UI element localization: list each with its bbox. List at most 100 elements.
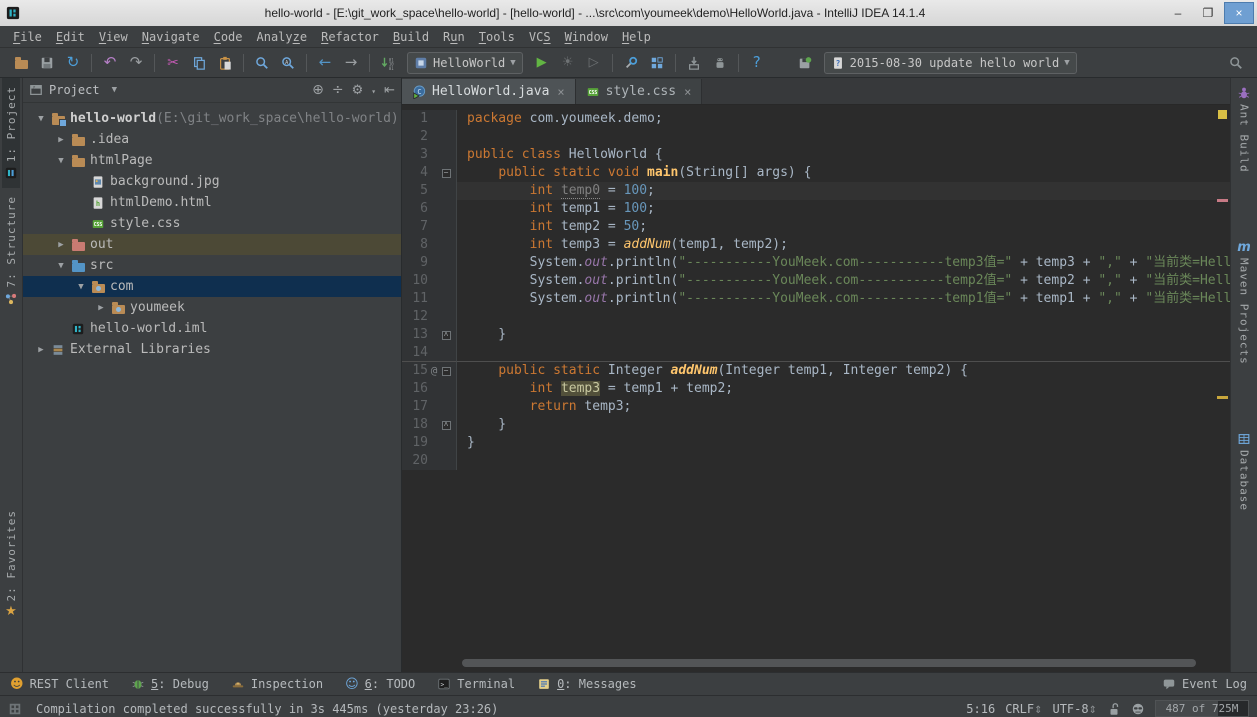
editor-hscrollbar[interactable]	[462, 659, 1196, 667]
code-line-17[interactable]: 17 return temp3;	[402, 398, 1230, 416]
open-project-button[interactable]	[8, 51, 34, 75]
collapse-all-button[interactable]: ⇤	[384, 83, 395, 97]
run-with-coverage-button[interactable]: ▷	[581, 51, 607, 75]
error-stripe-mark[interactable]	[1217, 199, 1228, 202]
tree-expand-icon[interactable]: ▼	[33, 114, 49, 124]
menu-build[interactable]: Build	[386, 28, 436, 46]
tool-button-event-log[interactable]: Event Log	[1162, 677, 1247, 691]
menu-vcs[interactable]: VCS	[522, 28, 558, 46]
tool-button-inspection[interactable]: Inspection	[231, 677, 323, 691]
tool-button-rest-client[interactable]: ☻ REST Client	[10, 677, 109, 691]
caret-position[interactable]: 5:16	[966, 702, 995, 716]
tree-item--idea[interactable]: ▶ .idea	[23, 129, 401, 150]
find-button[interactable]	[249, 51, 275, 75]
editor-gutter[interactable]: 10	[402, 272, 457, 290]
code-line-5[interactable]: 5 int temp0 = 100;	[402, 182, 1230, 200]
menu-run[interactable]: Run	[436, 28, 472, 46]
redo-button[interactable]: ↷	[123, 51, 149, 75]
code-line-10[interactable]: 10 System.out.println("-----------YouMee…	[402, 272, 1230, 290]
split-button[interactable]: ÷	[332, 83, 344, 97]
save-all-button[interactable]	[34, 51, 60, 75]
code-editor[interactable]: 1 package com.youmeek.demo; 2 3 public class…	[402, 105, 1230, 672]
error-stripe[interactable]	[1216, 105, 1230, 672]
tree-item-out[interactable]: ▶ out	[23, 234, 401, 255]
menu-refactor[interactable]: Refactor	[314, 28, 386, 46]
editor-gutter[interactable]: 2	[402, 128, 457, 146]
tree-item-style-css[interactable]: CSS style.css	[23, 213, 401, 234]
export-to-zip-button[interactable]	[681, 51, 707, 75]
code-line-12[interactable]: 12	[402, 308, 1230, 326]
code-line-1[interactable]: 1 package com.youmeek.demo;	[402, 110, 1230, 128]
tree-expand-icon[interactable]: ▶	[33, 345, 49, 355]
tool-button-maven-projects[interactable]: m Maven Projects	[1235, 233, 1253, 373]
back-button[interactable]: ←	[312, 51, 338, 75]
tree-expand-icon[interactable]: ▼	[53, 261, 69, 271]
code-line-19[interactable]: 19}	[402, 434, 1230, 452]
tree-item-htmldemo-html[interactable]: h htmlDemo.html	[23, 192, 401, 213]
save-project-as-template-button[interactable]	[792, 51, 818, 75]
run-button[interactable]: ▶	[529, 51, 555, 75]
editor-gutter[interactable]: 11	[402, 290, 457, 308]
crosshair-button[interactable]: ⊕	[312, 83, 324, 97]
tool-button-7-structure[interactable]: 7: Structure	[2, 188, 20, 313]
editor-tab-style-css[interactable]: CSS style.css ×	[575, 79, 703, 104]
code-line-2[interactable]: 2	[402, 128, 1230, 146]
maximize-button[interactable]: ❐	[1194, 3, 1222, 23]
code-line-6[interactable]: 6 int temp1 = 100;	[402, 200, 1230, 218]
editor-gutter[interactable]: 5	[402, 182, 457, 200]
debug-button[interactable]: ☀	[555, 51, 581, 75]
tree-expand-icon[interactable]: ▶	[53, 240, 69, 250]
project-structure-button[interactable]	[644, 51, 670, 75]
code-line-15[interactable]: 15 @ − public static Integer addNum(Intege…	[402, 362, 1230, 380]
forward-button[interactable]: →	[338, 51, 364, 75]
search-everywhere-button[interactable]	[1223, 51, 1249, 75]
inspection-status-indicator[interactable]	[1218, 110, 1227, 119]
menu-tools[interactable]: Tools	[472, 28, 522, 46]
compare-with-button[interactable]: 01 10 01	[375, 51, 401, 75]
tool-button-6-todo[interactable]: ☺ 6: TODO	[345, 677, 415, 691]
run-configuration-combo[interactable]: HelloWorld ▼	[407, 51, 523, 74]
tree-item-hello-world[interactable]: ▼ hello-world (E:\git_work_space\hello-wo…	[23, 108, 401, 129]
undo-button[interactable]: ↶	[97, 51, 123, 75]
code-line-4[interactable]: 4− public static void main(String[] args…	[402, 164, 1230, 182]
lock-icon[interactable]	[1107, 702, 1121, 716]
tool-button-2-favorites[interactable]: 2: Favorites ★	[3, 502, 20, 626]
settings-button[interactable]	[618, 51, 644, 75]
gear-button[interactable]: ⚙ ▾	[352, 83, 376, 97]
tree-expand-icon[interactable]: ▼	[73, 282, 89, 292]
project-view-dropdown-icon[interactable]: ▼	[112, 85, 117, 95]
close-tab-icon[interactable]: ×	[684, 85, 691, 99]
minimize-button[interactable]: –	[1164, 3, 1192, 23]
code-line-8[interactable]: 8 int temp3 = addNum(temp1, temp2);	[402, 236, 1230, 254]
paste-button[interactable]	[212, 51, 238, 75]
menu-file[interactable]: File	[6, 28, 49, 46]
code-line-16[interactable]: 16 int temp3 = temp1 + temp2;	[402, 380, 1230, 398]
fold-marker-icon[interactable]: ˄	[440, 420, 452, 430]
editor-gutter[interactable]: 9	[402, 254, 457, 272]
android-sdk-manager-button[interactable]	[707, 51, 733, 75]
tree-expand-icon[interactable]: ▼	[53, 156, 69, 166]
code-line-3[interactable]: 3 public class HelloWorld {	[402, 146, 1230, 164]
editor-gutter[interactable]: 7	[402, 218, 457, 236]
tree-item-src[interactable]: ▼ src	[23, 255, 401, 276]
editor-gutter[interactable]: 19	[402, 434, 457, 452]
code-line-20[interactable]: 20	[402, 452, 1230, 470]
menu-analyze[interactable]: Analyze	[250, 28, 315, 46]
tree-item-hello-world-iml[interactable]: hello-world.iml	[23, 318, 401, 339]
menu-window[interactable]: Window	[558, 28, 615, 46]
code-line-7[interactable]: 7 int temp2 = 50;	[402, 218, 1230, 236]
editor-gutter[interactable]: 14	[402, 344, 457, 362]
memory-indicator[interactable]: 487 of 725M	[1155, 700, 1249, 717]
editor-gutter[interactable]: 20	[402, 452, 457, 470]
editor-gutter[interactable]: 18 ˄	[402, 416, 457, 434]
hector-inspector-icon[interactable]	[1131, 702, 1145, 716]
code-line-9[interactable]: 9 System.out.println("-----------YouMeek…	[402, 254, 1230, 272]
cut-button[interactable]: ✂	[160, 51, 186, 75]
editor-gutter[interactable]: 12	[402, 308, 457, 326]
editor-tab-helloworld-java[interactable]: C HelloWorld.java ×	[402, 79, 576, 104]
line-ending-selector[interactable]: CRLF⇕	[1005, 702, 1042, 716]
tree-expand-icon[interactable]: ▶	[53, 135, 69, 145]
tool-button-terminal[interactable]: >_ Terminal	[437, 677, 515, 691]
tool-window-switcher-icon[interactable]	[8, 702, 22, 716]
editor-gutter[interactable]: 15 @ −	[402, 362, 457, 380]
